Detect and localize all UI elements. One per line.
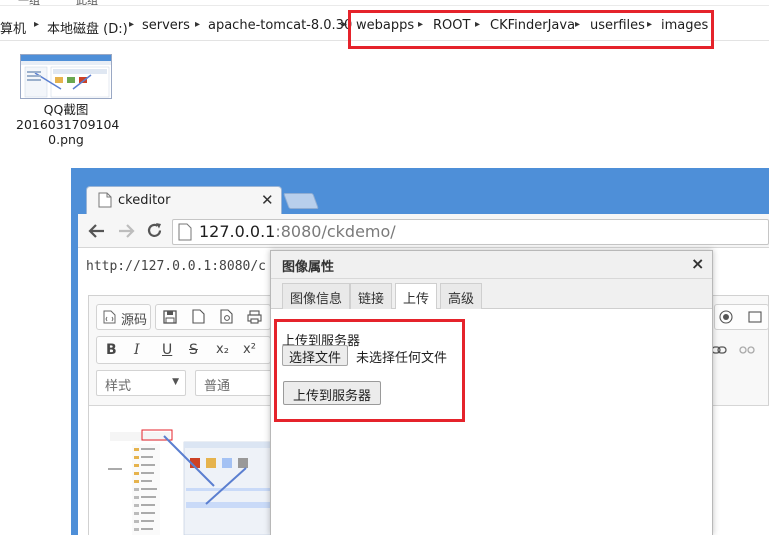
thumbnail-image (21, 55, 111, 98)
source-icon[interactable] (103, 310, 116, 324)
format-combo-value: 普通 (204, 379, 231, 394)
breadcrumb-tomcat[interactable]: apache-tomcat-8.0.30 (208, 18, 352, 33)
tab-advanced[interactable]: 高级 (440, 283, 483, 309)
save-icon[interactable] (163, 310, 177, 324)
breadcrumb-computer[interactable]: 算机 (0, 18, 26, 37)
close-tab-icon[interactable]: ✕ (261, 191, 274, 209)
top-fragment: 一组 (18, 0, 40, 7)
italic-button[interactable]: I (134, 342, 140, 358)
bold-button[interactable]: B (106, 342, 117, 358)
chevron-right-icon[interactable]: ▸ (129, 19, 134, 30)
close-icon[interactable]: × (691, 254, 704, 273)
file-name-line: QQ截图 (43, 102, 89, 117)
annotation-highlight-box (274, 319, 465, 422)
underline-button[interactable]: U (162, 342, 172, 358)
chevron-right-icon[interactable]: ▸ (342, 19, 347, 30)
page-icon (98, 192, 112, 208)
window-top-edge: 一组 此组 (0, 0, 769, 7)
file-name-line: 2016031709104 (16, 117, 120, 132)
tab-upload[interactable]: 上传 (395, 283, 438, 310)
file-item[interactable]: QQ截图 2016031709104 0.png (16, 54, 120, 147)
back-arrow-icon[interactable] (88, 222, 106, 240)
styles-combo-value: 样式 (105, 379, 132, 394)
page-info-icon[interactable] (178, 223, 192, 241)
top-fragment: 此组 (76, 0, 98, 7)
tab-title[interactable]: ckeditor (118, 193, 170, 208)
breadcrumb-drive[interactable]: 本地磁盘 (D:) (47, 18, 128, 37)
chevron-right-icon[interactable]: ▸ (34, 19, 39, 30)
format-combo[interactable]: 普通 (195, 370, 275, 396)
superscript-button[interactable]: x² (243, 342, 256, 357)
subscript-button[interactable]: x₂ (216, 342, 229, 357)
embedded-screenshot-image (106, 426, 272, 535)
new-page-icon[interactable] (192, 309, 205, 324)
print-icon[interactable] (247, 310, 262, 324)
tab-link[interactable]: 链接 (350, 283, 393, 309)
styles-combo[interactable]: 样式 ▼ (96, 370, 186, 396)
chevron-right-icon[interactable]: ▸ (195, 19, 200, 30)
source-button[interactable]: 源码 (121, 309, 147, 328)
url-host: 127.0.0.1 (199, 222, 276, 241)
new-tab-button[interactable] (283, 193, 319, 209)
link-icon[interactable] (711, 344, 727, 356)
annotation-highlight-box (348, 10, 714, 49)
strikethrough-button[interactable]: S (189, 342, 198, 358)
preview-icon[interactable] (220, 309, 234, 324)
textfield-icon[interactable] (748, 310, 762, 324)
breadcrumb-servers[interactable]: servers (142, 18, 190, 33)
dropdown-arrow-icon: ▼ (172, 377, 179, 387)
url-text[interactable]: 127.0.0.1:8080/ckdemo/ (199, 222, 396, 241)
dialog-title: 图像属性 (282, 260, 335, 275)
tab-image-info[interactable]: 图像信息 (282, 283, 351, 309)
radio-icon[interactable] (719, 310, 733, 324)
dialog-titlebar[interactable] (271, 251, 712, 279)
url-path: :8080/ckdemo/ (275, 222, 396, 241)
reload-icon[interactable] (145, 221, 164, 240)
page-url-text: http://127.0.0.1:8080/c (86, 259, 267, 274)
file-name-line: 0.png (48, 132, 84, 147)
browser-tab[interactable] (86, 186, 282, 216)
unlink-icon[interactable] (739, 344, 755, 356)
image-thumbnail (20, 54, 112, 99)
forward-arrow-icon[interactable] (117, 222, 135, 240)
